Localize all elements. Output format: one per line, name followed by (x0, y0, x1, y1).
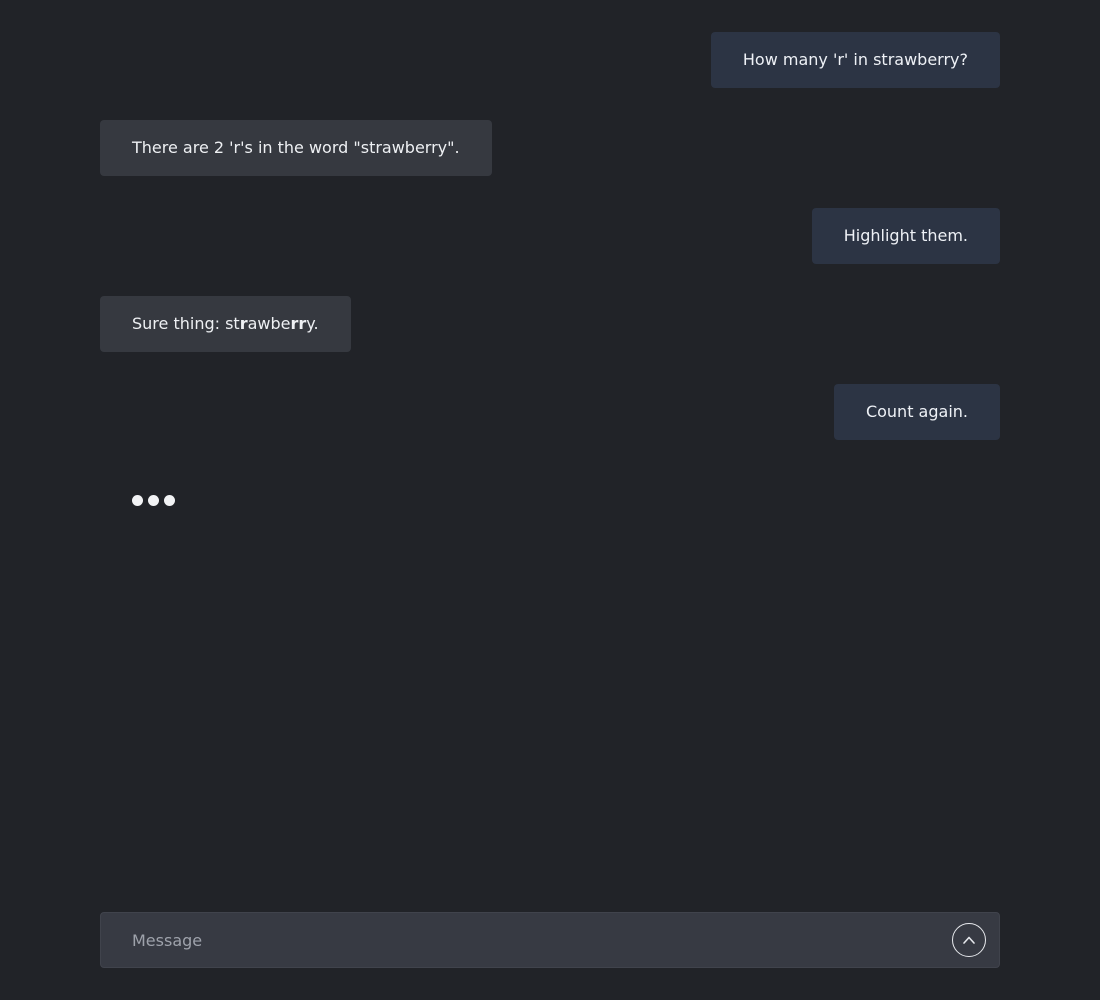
text-segment: y. (306, 314, 319, 333)
message-text: There are 2 'r's in the word "strawberry… (132, 138, 460, 157)
message-input[interactable] (101, 913, 952, 967)
typing-indicator (100, 472, 207, 528)
message-text: Highlight them. (843, 226, 968, 245)
user-message: Count again. (833, 384, 1000, 440)
message-row-assistant: There are 2 'r's in the word "strawberry… (100, 120, 1000, 176)
text-segment: Sure thing: st (132, 314, 240, 333)
typing-dot (148, 494, 159, 506)
message-row-user: How many 'r' in strawberry? (100, 32, 1000, 88)
message-row-assistant (100, 472, 1000, 528)
chevron-up-icon (961, 932, 977, 948)
typing-dot (164, 494, 175, 506)
message-text: How many 'r' in strawberry? (742, 50, 968, 69)
user-message: Highlight them. (811, 208, 1000, 264)
message-text: Sure thing: strawberry. (132, 316, 319, 332)
send-button[interactable] (952, 923, 986, 957)
assistant-message: Sure thing: strawberry. (100, 296, 351, 352)
assistant-message: There are 2 'r's in the word "strawberry… (100, 120, 492, 176)
typing-dot (132, 494, 143, 506)
message-row-user: Highlight them. (100, 208, 1000, 264)
user-message: How many 'r' in strawberry? (710, 32, 1000, 88)
highlighted-letters: rr (290, 314, 307, 333)
message-row-user: Count again. (100, 384, 1000, 440)
highlighted-letter: r (239, 314, 248, 333)
chat-thread: How many 'r' in strawberry? There are 2 … (100, 32, 1000, 560)
message-composer (100, 912, 1000, 968)
message-row-assistant: Sure thing: strawberry. (100, 296, 1000, 352)
message-text: Count again. (865, 402, 968, 421)
text-segment: awbe (247, 314, 291, 333)
